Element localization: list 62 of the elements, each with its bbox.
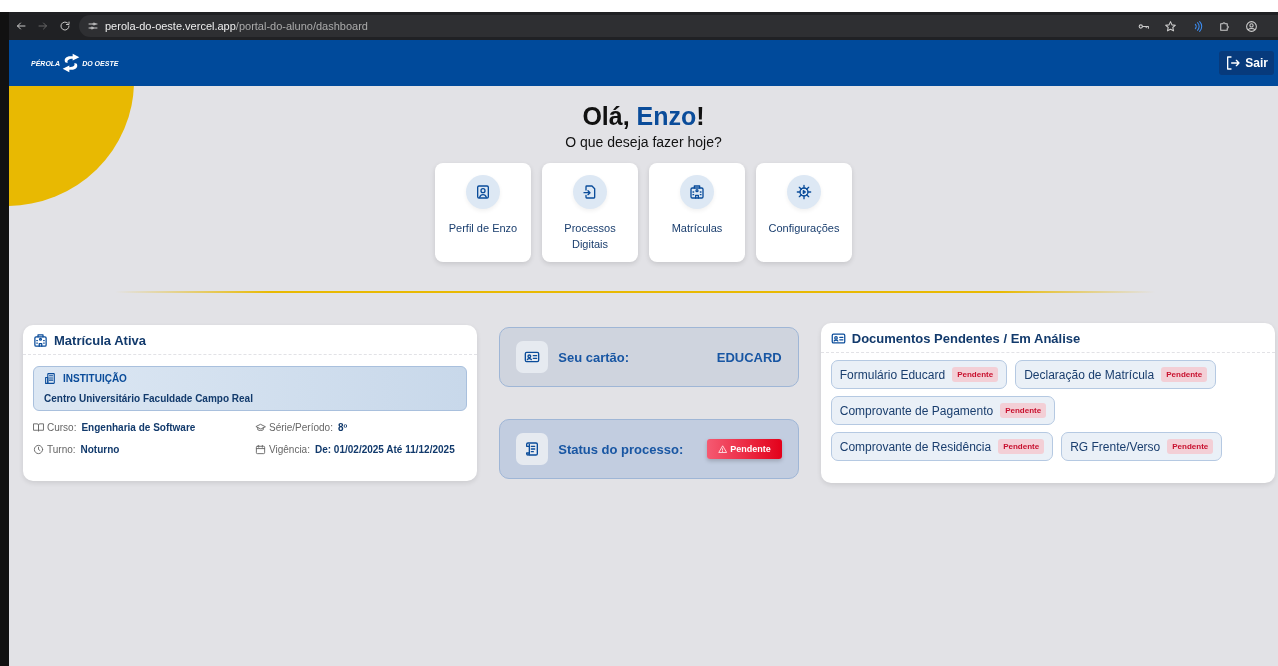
field-label: Turno: [47,444,76,455]
logout-button[interactable]: Sair [1219,51,1274,75]
status-badge: Pendente [1167,439,1214,454]
document-name: Formulário Educard [839,367,946,382]
book-icon [33,422,44,433]
field-label: Vigência: [269,444,310,455]
url-text: perola-do-oeste.vercel.app/portal-do-aluno/dashboard [105,20,368,32]
reload-icon[interactable] [59,20,71,32]
field-value: 8º [337,422,348,433]
status-badge: Pendente [1000,403,1047,418]
document-chip[interactable]: Comprovante de Pagamento Pendente [830,396,1056,425]
institution-name: Centro Universitário Faculdade Campo Real [44,393,254,404]
scroll-icon [524,441,541,457]
card-name: EDUCARD [716,349,782,365]
clock-icon [33,444,44,455]
site-settings-icon[interactable] [87,20,99,32]
status-badge: Pendente [707,439,782,459]
building-icon [689,184,705,200]
info-label: Status do processo: [558,441,685,457]
document-name: Declaração de Matrícula [1024,367,1155,382]
avatar-icon[interactable] [1245,19,1258,33]
institution-label: INSTITUIÇÃO [63,373,127,384]
id-card-icon [524,349,541,365]
document-chip[interactable]: Declaração de Matrícula Pendente [1015,360,1217,389]
status-badge: Pendente [1161,367,1208,382]
status-badge: Pendente [952,367,999,382]
card-title: Matrícula Ativa [54,333,146,348]
field-label: Série/Período: [269,422,333,433]
puzzle-icon[interactable] [1218,19,1231,33]
logo-mark-icon [61,53,82,73]
gear-icon [796,184,812,200]
status-badge: Pendente [998,439,1045,454]
greeting-title: Olá, Enzo! [582,102,705,131]
file-import-icon [582,184,598,200]
document-name: RG Frente/Verso [1070,439,1161,454]
back-arrow-icon[interactable] [15,20,27,32]
logout-icon [1225,55,1242,71]
id-card-icon [830,331,846,346]
greeting-subtitle: O que deseja fazer hoje? [565,134,722,150]
office-building-icon [44,372,57,385]
action-card[interactable]: Configurações [756,163,852,262]
document-name: Comprovante de Pagamento [839,403,994,418]
graduation-cap-icon [255,422,266,433]
warning-icon [718,444,728,454]
field-value: Noturno [80,444,120,455]
document-chip[interactable]: Formulário Educard Pendente [830,360,1008,389]
calendar-icon [255,444,266,455]
address-bar[interactable]: perola-do-oeste.vercel.app/portal-do-aluno/dashboard [79,15,1278,37]
profile-icon [475,184,491,200]
action-card[interactable]: Matrículas [649,163,745,262]
action-card[interactable]: Perfil de Enzo [435,163,531,262]
document-name: Comprovante de Residência [839,439,992,454]
star-icon[interactable] [1164,19,1177,33]
field-value: Engenharia de Software [81,422,196,433]
document-chip[interactable]: RG Frente/Verso Pendente [1061,432,1223,461]
building-icon [33,333,48,348]
field-value: De: 01/02/2025 Até 11/12/2025 [314,444,455,455]
info-label: Seu cartão: [558,349,631,365]
document-chip[interactable]: Comprovante de Residência Pendente [830,432,1054,461]
field-label: Curso: [47,422,77,433]
card-title: Documentos Pendentes / Em Análise [851,331,1081,346]
action-card[interactable]: Processos Digitais [542,163,638,262]
